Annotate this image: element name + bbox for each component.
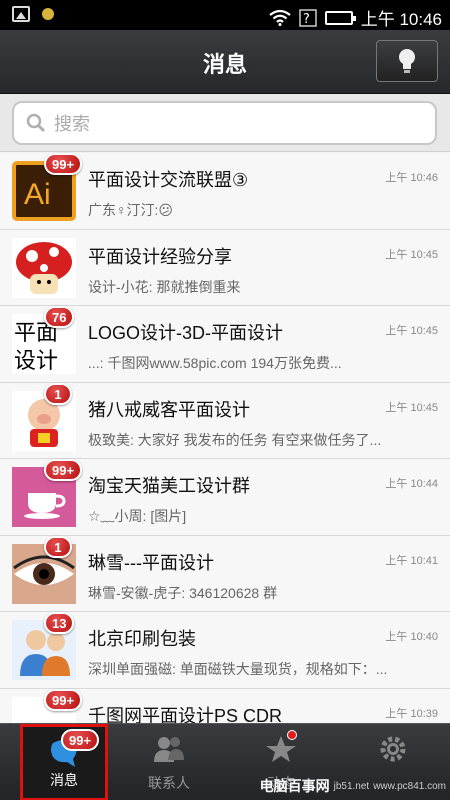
list-item[interactable]: 1 猪八戒威客平面设计 极致美: 大家好 我发布的任务 有空来做任务了... 上…: [0, 382, 450, 459]
messages-unread-badge: 99+: [61, 729, 100, 751]
search-input[interactable]: 搜索: [12, 101, 437, 145]
tab-messages[interactable]: 99+ 消息: [20, 724, 108, 800]
chat-time: 上午 10:44: [385, 478, 438, 490]
tab-contacts[interactable]: 联系人: [113, 724, 225, 800]
list-item[interactable]: 1 琳雪---平面设计 琳雪-安徽-虎子: 346120628 群 上午 10:…: [0, 535, 450, 612]
wifi-icon: [269, 9, 291, 26]
list-item[interactable]: 13 北京印刷包装 深圳单面强磁: 单面磁铁大量现货，规格如下：... 上午 1…: [0, 612, 450, 689]
chat-name: 淘宝天猫美工设计群: [88, 476, 250, 496]
unread-badge: 1: [44, 382, 72, 405]
chat-time: 上午 10:39: [385, 707, 438, 720]
lightbulb-icon: [399, 49, 415, 73]
status-time: 上午 10:46: [360, 10, 442, 29]
bottom-nav: 99+ 消息 联系人 动态 电脑百事网 jb51.net www.pc841.c…: [0, 723, 450, 800]
message-list[interactable]: Ai 99+ 平面设计交流联盟③ 广东♀汀汀:😕 上午 10:46 平面设计经验…: [0, 153, 450, 765]
unread-badge: 76: [44, 306, 75, 328]
chat-name: 猪八戒威客平面设计: [88, 399, 250, 420]
unread-badge: 1: [44, 535, 72, 558]
chat-time: 上午 10:45: [385, 248, 438, 261]
list-item[interactable]: 平面设计经验分享 设计-小花: 那就推倒重来 上午 10:45: [0, 229, 450, 306]
list-item[interactable]: 平面 设计 76 LOGO设计-3D-平面设计 ...: 千图网www.58pic…: [0, 306, 450, 383]
lightbulb-button[interactable]: [376, 40, 438, 82]
chat-preview: 深圳单面强磁: 单面磁铁大量现货，规格如下：...: [88, 661, 388, 677]
new-activity-dot: [287, 730, 297, 740]
battery-icon: [324, 10, 356, 25]
contacts-icon: [154, 737, 184, 762]
chat-preview: ☆﹏小周: [图片]: [88, 508, 187, 524]
chat-name: 平面设计交流联盟③: [88, 170, 249, 190]
chat-time: 上午 10:45: [385, 401, 438, 414]
list-item[interactable]: Ai 99+ 平面设计交流联盟③ 广东♀汀汀:😕 上午 10:46: [0, 153, 450, 230]
watermark-text: 电脑百事网: [259, 778, 330, 794]
search-bar: 搜索: [0, 94, 450, 152]
watermark-site: jb51.net: [333, 780, 370, 792]
svg-text:设计: 设计: [14, 349, 58, 374]
search-placeholder: 搜索: [54, 114, 90, 134]
chat-preview: ...: 千图网www.58pic.com 194万张免费...: [88, 355, 342, 371]
search-icon: [26, 113, 46, 133]
title-bar: 消息: [0, 30, 450, 94]
watermark: 电脑百事网 jb51.net www.pc841.com: [260, 776, 446, 796]
tab-label: 联系人: [148, 775, 190, 791]
chat-preview: 广东♀汀汀:😕: [88, 202, 173, 218]
unread-badge: 99+: [44, 153, 83, 175]
app-notification-icon: [42, 8, 54, 20]
chat-preview: 设计-小花: 那就推倒重来: [88, 278, 241, 295]
chat-time: 上午 10:45: [385, 325, 438, 337]
gear-icon: [380, 736, 406, 762]
svg-text:?: ?: [303, 12, 310, 27]
status-bar: ? 上午 10:46: [0, 0, 450, 30]
chat-preview: 琳雪-安徽-虎子: 346120628 群: [88, 584, 278, 601]
unread-badge: 99+: [44, 688, 83, 711]
chat-name: 北京印刷包装: [88, 629, 196, 649]
signal-unknown-icon: ?: [298, 8, 317, 27]
chat-time: 上午 10:46: [385, 172, 438, 184]
unread-badge: 13: [44, 612, 75, 634]
unread-badge: 99+: [44, 459, 83, 481]
watermark-sub: www.pc841.com: [373, 780, 446, 792]
tab-label: 消息: [50, 772, 78, 788]
list-item[interactable]: 99+ 淘宝天猫美工设计群 ☆﹏小周: [图片] 上午 10:44: [0, 459, 450, 536]
mushroom-avatar: [12, 237, 76, 298]
chat-time: 上午 10:41: [385, 554, 438, 567]
image-notification-icon: [12, 6, 30, 22]
chat-name: 平面设计经验分享: [88, 246, 232, 267]
chat-preview: 极致美: 大家好 我发布的任务 有空来做任务了...: [88, 431, 382, 448]
chat-time: 上午 10:40: [385, 631, 438, 643]
svg-text:Ai: Ai: [24, 178, 51, 211]
chat-name: LOGO设计-3D-平面设计: [88, 323, 284, 343]
chat-name: 琳雪---平面设计: [88, 552, 214, 573]
